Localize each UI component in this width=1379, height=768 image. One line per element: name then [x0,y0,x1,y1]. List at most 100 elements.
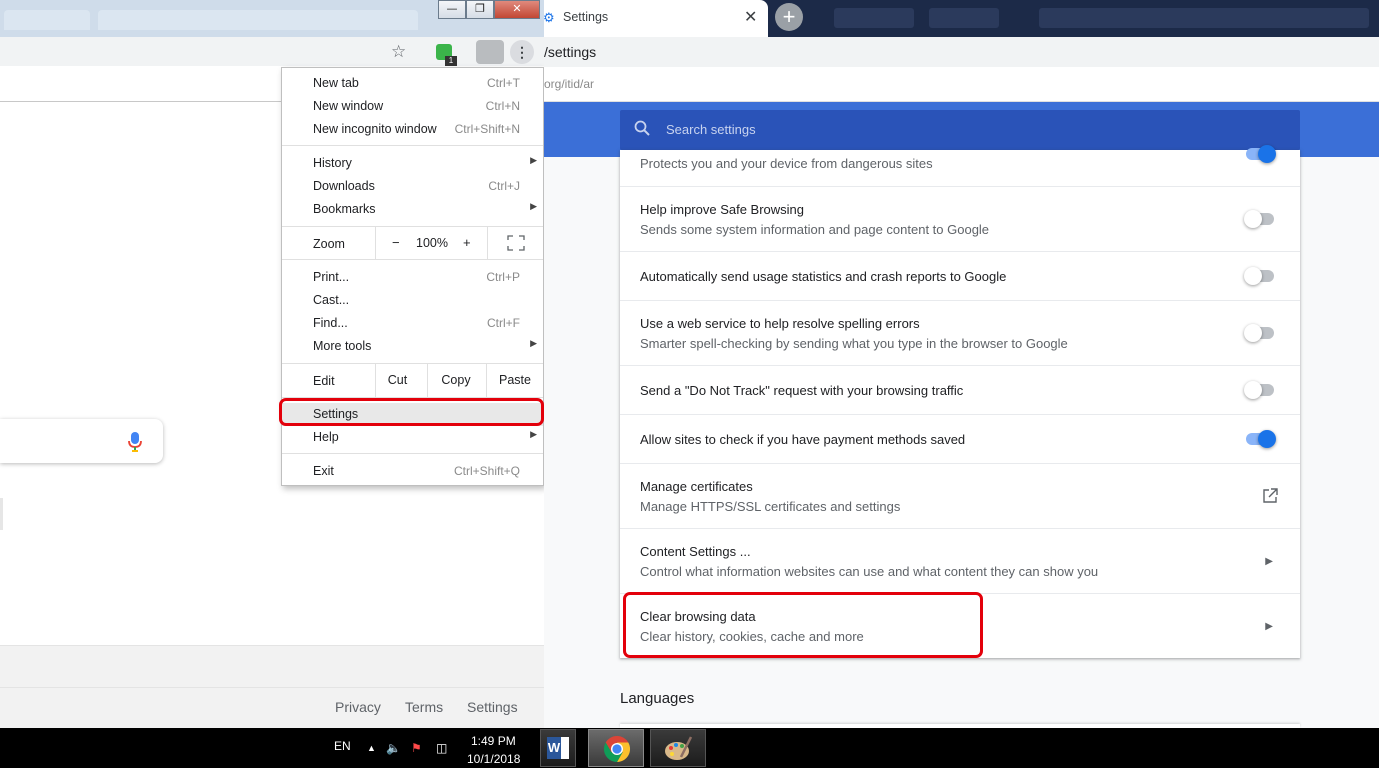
zoom-in-button[interactable]: + [463,235,471,250]
menu-item-downloads[interactable]: Downloads Ctrl+J [282,175,543,198]
language-indicator[interactable]: EN [334,739,351,753]
address-bar[interactable] [544,37,1379,67]
kebab-menu-icon[interactable]: ⋮ [510,40,534,64]
settings-row-safe-browsing[interactable]: Protects you and your device from danger… [620,145,1300,187]
settings-row-content-settings[interactable]: Content Settings ... Control what inform… [620,528,1300,593]
menu-item-print[interactable]: Print... Ctrl+P [282,266,543,289]
paint-palette-icon [665,736,693,760]
privacy-settings-card: Protects you and your device from danger… [620,145,1300,658]
close-window-button[interactable]: ✕ [494,0,540,19]
zoom-controls: − 100% + [375,227,487,259]
network-icon[interactable]: ◫ [436,741,447,755]
footer-link-settings[interactable]: Settings [467,699,518,715]
do-not-track-toggle[interactable] [1244,380,1276,400]
background-tab[interactable] [4,10,90,30]
minimize-button[interactable]: — [438,0,466,19]
usage-statistics-toggle[interactable] [1244,266,1276,286]
divider [0,687,544,688]
bookmarks-bar [544,67,1379,102]
row-title: Send a "Do Not Track" request with your … [640,383,964,398]
footer-link-terms[interactable]: Terms [405,699,443,715]
zoom-out-button[interactable]: − [392,235,400,250]
copy-button[interactable]: Copy [427,364,484,397]
extension-badge: 1 [445,56,457,66]
submenu-arrow-icon: ▶ [530,429,537,439]
menu-item-new-incognito-window[interactable]: New incognito window Ctrl+Shift+N [282,118,543,141]
row-title: Automatically send usage statistics and … [640,269,1007,284]
spelling-service-toggle[interactable] [1244,323,1276,343]
menu-item-new-window[interactable]: New window Ctrl+N [282,95,543,118]
fullscreen-icon [507,235,525,251]
row-title: Manage certificates [640,479,753,494]
row-subtitle: Control what information websites can us… [640,564,1099,579]
taskbar-paint-button[interactable] [650,729,706,767]
restore-button[interactable]: ❐ [466,0,494,19]
action-center-flag-icon[interactable]: ⚑ [411,741,422,755]
languages-section-heading: Languages [620,690,695,707]
menu-item-label: More tools [313,339,372,353]
settings-row-help-improve-safe-browsing[interactable]: Help improve Safe Browsing Sends some sy… [620,186,1300,251]
menu-item-more-tools[interactable]: More tools ▶ [282,335,543,358]
background-tab[interactable] [929,8,999,28]
chevron-right-icon: ▶ [1265,556,1273,567]
row-title: Allow sites to check if you have payment… [640,432,966,447]
menu-item-cast[interactable]: Cast... [282,289,543,312]
menu-shortcut: Ctrl+T [487,76,520,90]
clock-time[interactable]: 1:49 PM [471,734,516,748]
settings-row-usage-statistics[interactable]: Automatically send usage statistics and … [620,251,1300,300]
menu-item-label: New tab [313,76,359,90]
fullscreen-button[interactable] [487,227,543,259]
show-hidden-icons-icon[interactable]: ▲ [367,743,376,753]
menu-item-history[interactable]: History ▶ [282,152,543,175]
bookmark-item[interactable]: org/itid/ar [544,77,594,91]
background-tab[interactable] [1039,8,1369,28]
microphone-icon[interactable] [128,432,142,452]
menu-item-label: Exit [313,464,334,478]
background-tab-word[interactable] [98,10,418,30]
window-controls: — ❐ ✕ [438,0,540,19]
menu-item-new-tab[interactable]: New tab Ctrl+T [282,72,543,95]
submenu-arrow-icon: ▶ [530,155,537,165]
open-in-new-icon[interactable] [1262,488,1278,504]
row-subtitle: Smarter spell-checking by sending what y… [640,336,1068,351]
settings-row-payment-methods[interactable]: Allow sites to check if you have payment… [620,414,1300,463]
url-text[interactable]: /settings [544,44,596,60]
row-title: Help improve Safe Browsing [640,202,805,217]
menu-shortcut: Ctrl+Shift+Q [453,464,520,478]
avatar[interactable] [476,40,504,64]
menu-item-help[interactable]: Help ▶ [282,426,543,449]
footer-link-privacy[interactable]: Privacy [335,699,381,715]
menu-item-label: New incognito window [313,122,437,136]
menu-shortcut: Ctrl+N [485,99,520,113]
menu-separator [282,145,543,146]
background-tab[interactable] [834,8,914,28]
submenu-arrow-icon: ▶ [530,201,537,211]
row-subtitle: Manage HTTPS/SSL certificates and settin… [640,499,901,514]
menu-item-find[interactable]: Find... Ctrl+F [282,312,543,335]
close-icon[interactable]: ✕ [744,7,757,27]
submenu-arrow-icon: ▶ [530,338,537,348]
menu-item-label: New window [313,99,384,113]
clock-date[interactable]: 10/1/2018 [467,752,520,766]
payment-methods-toggle[interactable] [1244,429,1276,449]
menu-shortcut: Ctrl+P [486,270,520,284]
menu-item-bookmarks[interactable]: Bookmarks ▶ [282,198,543,221]
safe-browsing-toggle[interactable] [1244,144,1276,164]
cut-button[interactable]: Cut [375,364,419,397]
menu-item-exit[interactable]: Exit Ctrl+Shift+Q [282,460,543,483]
taskbar-chrome-button[interactable] [588,729,644,767]
menu-edit-row: Edit Cut Copy Paste [282,364,543,397]
paste-button[interactable]: Paste [486,364,543,397]
volume-icon[interactable]: 🔈 [386,741,401,755]
settings-row-do-not-track[interactable]: Send a "Do Not Track" request with your … [620,365,1300,414]
settings-annotation-highlight [279,398,544,426]
new-tab-button[interactable]: + [775,3,803,31]
zoom-level: 100% [416,236,448,250]
settings-row-manage-certificates[interactable]: Manage certificates Manage HTTPS/SSL cer… [620,463,1300,528]
bookmark-star-icon[interactable]: ☆ [391,42,406,62]
taskbar-word-button[interactable]: W [540,729,576,767]
word-app-icon: W [547,737,569,759]
help-improve-toggle[interactable] [1244,209,1276,229]
divider [0,101,281,102]
settings-row-spelling-service[interactable]: Use a web service to help resolve spelli… [620,300,1300,365]
